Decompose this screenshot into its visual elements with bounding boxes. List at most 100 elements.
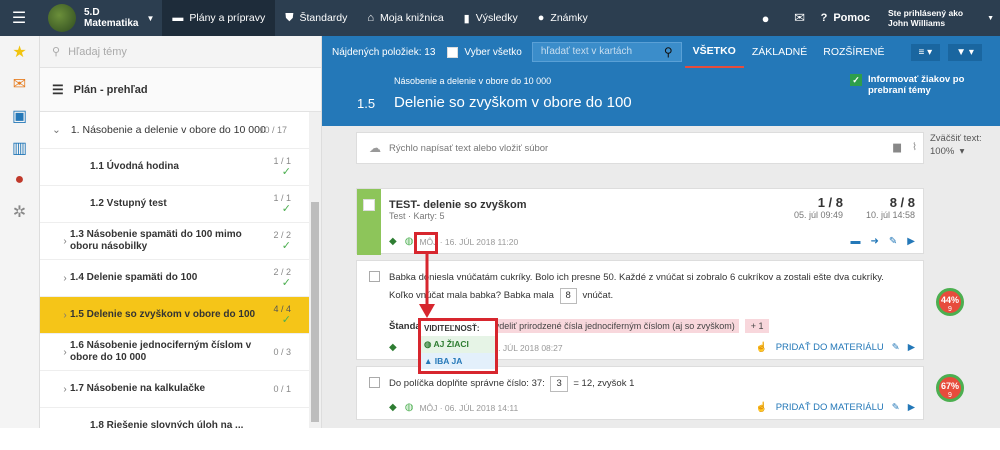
edit-icon[interactable]: ✎ (892, 402, 900, 413)
chat-bubbles-icon[interactable]: ● (0, 164, 39, 196)
class-number: 5.D (84, 7, 100, 18)
lesson-count: 1 / 1 ✓ (273, 193, 291, 215)
lesson-item[interactable]: › 1.4 Delenie spamäti do 100 2 / 2 ✓ (40, 260, 321, 297)
star-icon[interactable]: ★ (0, 36, 39, 68)
class-subject: Matematika (84, 18, 139, 29)
visibility-option-only-me[interactable]: ▲ IBA JA (421, 353, 495, 369)
paperclip-icon[interactable]: ⌇ (912, 142, 917, 153)
question-card[interactable]: Do políčka doplňte správne číslo: 37: 3 … (356, 366, 924, 420)
quick-add-card[interactable]: ☁ Rýchlo napísať text alebo vložiť súbor … (356, 132, 924, 164)
lesson-item[interactable]: › 1.3 Násobenie spamäti do 100 mimo oboru… (40, 223, 321, 260)
success-rate-badge: 44% 9 (936, 288, 964, 316)
question-text: Babka doniesla vnúčatám cukríky. Bolo ic… (389, 269, 909, 305)
tag-icon[interactable]: ◆ (389, 342, 397, 353)
play-icon[interactable]: ▶ (908, 402, 915, 413)
test-meta: Test · Karty: 5 (389, 211, 445, 221)
tag-icon[interactable]: ◆ (389, 236, 397, 247)
callout-arrow (419, 254, 435, 318)
card-date: 13. JÚL 2018 08:27 (488, 342, 563, 353)
tab-basic[interactable]: ZÁKLADNÉ (744, 36, 815, 68)
test-card[interactable]: TEST- delenie so zvyškom Test · Karty: 5… (356, 188, 924, 255)
hamburger-menu-icon[interactable]: ☰ (0, 0, 38, 36)
library-icon: ⌂ (367, 12, 375, 24)
scrollbar-thumb[interactable] (311, 202, 319, 422)
topic-item[interactable]: ⌄ 1. Násobenie a delenie v obore do 10 00… (40, 112, 321, 149)
nav-grades[interactable]: ● Známky (528, 0, 598, 36)
question-icon: ? (820, 12, 828, 24)
found-label: Nájdených položiek: (332, 46, 422, 58)
globe-icon[interactable]: ◍ (405, 402, 414, 413)
topic-title: 1. Násobenie a delenie v obore do 10 000 (70, 124, 266, 136)
help-button[interactable]: ? Pomoc (817, 12, 880, 24)
sort-button[interactable]: ≡ ▾ (910, 43, 941, 61)
card-checkbox[interactable] (369, 271, 380, 282)
nav-label: Moja knižnica (380, 12, 444, 24)
test-stat-graded: 8 / 8 10. júl 14:58 (865, 195, 915, 220)
visibility-option-students[interactable]: ◍ AJ ŽIACI (421, 336, 495, 353)
thumbs-up-icon: ☝ (755, 342, 768, 353)
list-icon: ☰ (52, 81, 64, 97)
gear-icon[interactable]: ✲ (0, 196, 39, 228)
lesson-item[interactable]: › 1.6 Násobenie jednociferným číslom v ob… (40, 334, 321, 371)
card-checkbox[interactable] (363, 199, 375, 211)
mail-icon[interactable]: ✉ (783, 10, 817, 26)
sidebar-scrollbar[interactable] (309, 112, 321, 428)
shield-icon: ⛊ (285, 11, 294, 24)
standard-more[interactable]: + 1 (744, 319, 770, 333)
play-icon[interactable]: ▶ (907, 236, 915, 247)
book-icon[interactable]: ▥ (0, 132, 39, 164)
search-icon[interactable]: ⚲ (664, 45, 673, 59)
lesson-item[interactable]: 1.2 Vstupný test 1 / 1 ✓ (40, 186, 321, 223)
share-icon[interactable]: ➜ (871, 236, 879, 247)
card-search-input[interactable]: hľadať text v kartách (531, 42, 682, 62)
add-to-material[interactable]: ☝ PRIDAŤ DO MATERIÁLU ✎ ▶ (756, 402, 915, 413)
image-icon[interactable]: ▆ (893, 142, 901, 153)
found-count: 13 (424, 46, 436, 58)
zoom-control[interactable]: Zväčšiť text: 100% ▾ (930, 132, 1000, 158)
select-all-checkbox[interactable] (447, 46, 459, 58)
lesson-item[interactable]: 1.1 Úvodná hodina 1 / 1 ✓ (40, 149, 321, 186)
lesson-item[interactable]: › 1.7 Násobenie na kalkulačke 0 / 1 (40, 371, 321, 408)
nav-results[interactable]: ▮ Výsledky (454, 0, 528, 36)
play-icon[interactable]: ▶ (908, 342, 915, 353)
success-rate-badge: 67% 9 (936, 374, 964, 402)
card-footer: ◆ ◍ MÔJ · 06. JÚL 2018 14:11 (389, 402, 518, 413)
test-title[interactable]: TEST- delenie so zvyškom (389, 199, 527, 211)
class-selector[interactable]: 5.D Matematika ▼ (38, 0, 162, 36)
lesson-item[interactable]: 1.8 Riešenie slovných úloh na ... (40, 408, 321, 428)
chat-icon[interactable]: ● (749, 11, 783, 26)
calculator-icon[interactable]: ▣ (0, 100, 39, 132)
plan-overview[interactable]: ☰ Plán - prehľad (40, 68, 321, 112)
nav-standards[interactable]: ⛊ Štandardy (275, 0, 357, 36)
edit-icon[interactable]: ✎ (889, 236, 897, 247)
card-owner-date: MÔJ · 06. JÚL 2018 14:11 (419, 402, 519, 413)
lesson-count: 2 / 2 ✓ (273, 267, 291, 289)
edit-icon[interactable]: ✎ (892, 342, 900, 353)
folder-icon[interactable]: ▬ (851, 236, 861, 247)
check-icon: ✓ (281, 166, 291, 178)
globe-icon[interactable]: ◍ (405, 236, 414, 247)
tag-icon[interactable]: ◆ (389, 402, 397, 413)
filter-button[interactable]: ▼ ▾ (948, 43, 982, 61)
tab-all[interactable]: VŠETKO (684, 36, 744, 68)
notify-students-checkbox[interactable]: ✓ Informovať žiakov po prebraní témy (850, 74, 990, 96)
envelope-icon[interactable]: ✉ (0, 68, 39, 100)
search-placeholder: Hľadaj témy (68, 45, 127, 58)
user-label: Ste prihlásený ako (888, 8, 964, 18)
globe-icon: ◍ (424, 339, 432, 349)
lesson-item-active[interactable]: › 1.5 Delenie so zvyškom v obore do 100 4 … (40, 297, 321, 334)
top-navbar: ☰ 5.D Matematika ▼ ▬ Plány a prípravy ⛊ Šta… (0, 0, 1000, 36)
nav-plans[interactable]: ▬ Plány a prípravy (162, 0, 276, 36)
lesson-breadcrumb: Násobenie a delenie v obore do 10 000 (394, 76, 552, 86)
add-to-material[interactable]: ☝ PRIDAŤ DO MATERIÁLU ✎ ▶ (756, 342, 915, 353)
check-icon: ✓ (281, 240, 291, 252)
topic-count: 10 / 17 (259, 125, 287, 135)
user-menu[interactable]: Ste prihlásený ako John Williams ▼ (880, 8, 1000, 28)
zoom-label: Zväčšiť text: (930, 133, 982, 144)
folder-icon: ▬ (172, 12, 184, 24)
card-checkbox[interactable] (369, 377, 380, 388)
topic-search[interactable]: ⚲ Hľadaj témy (40, 36, 321, 68)
nav-library[interactable]: ⌂ Moja knižnica (357, 0, 453, 36)
cloud-upload-icon: ☁ (369, 141, 381, 155)
tab-extended[interactable]: ROZŠÍRENÉ (815, 36, 892, 68)
